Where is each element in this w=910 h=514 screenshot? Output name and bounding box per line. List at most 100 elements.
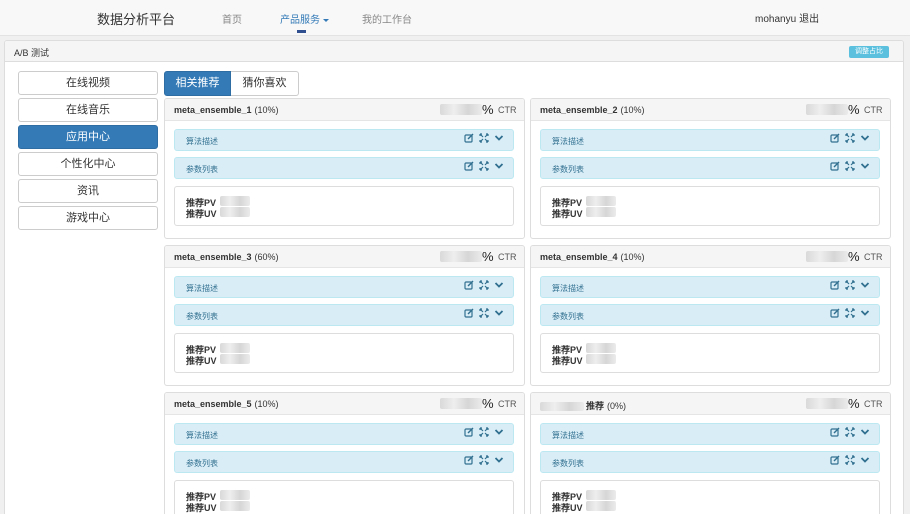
nav-products[interactable]: 产品服务 <box>280 11 329 26</box>
edit-icon[interactable] <box>464 308 474 318</box>
brand-title[interactable]: 数据分析平台 <box>97 9 175 28</box>
parameter-list-accordion[interactable]: 参数列表 <box>174 451 514 473</box>
experiment-name-text: meta_ensemble_4 <box>540 252 618 262</box>
tab-related-recommend[interactable]: 相关推荐 <box>164 71 231 96</box>
chevron-down-icon[interactable] <box>860 308 870 318</box>
accordion-label: 算法描述 <box>186 284 218 293</box>
adjust-ratio-button[interactable]: 调整占比 <box>849 46 889 58</box>
chevron-down-icon[interactable] <box>494 280 504 290</box>
chevron-down-icon[interactable] <box>494 133 504 143</box>
pv-value-redacted <box>220 490 250 500</box>
chevron-down-icon[interactable] <box>860 427 870 437</box>
ctr-label: CTR <box>864 105 883 115</box>
expand-icon[interactable] <box>479 427 489 437</box>
expand-icon[interactable] <box>479 455 489 465</box>
traffic-percent: (10%) <box>620 105 645 115</box>
sidebar-item-news[interactable]: 资讯 <box>18 179 158 203</box>
tab-guess-you-like[interactable]: 猜你喜欢 <box>231 71 299 96</box>
username[interactable]: mohanyu <box>755 14 796 25</box>
ctr-percent-sign: % <box>482 249 494 264</box>
expand-icon[interactable] <box>845 427 855 437</box>
accordion-icons <box>464 161 504 171</box>
chevron-down-icon[interactable] <box>860 161 870 171</box>
card-header: meta_ensemble_3 (60%) % CTR <box>165 246 524 268</box>
uv-label: 推荐UV <box>186 356 217 366</box>
sidebar-item-video[interactable]: 在线视频 <box>18 71 158 95</box>
experiment-card: meta_ensemble_4 (10%) % CTR 算法描述 参数列表 推荐P… <box>530 245 891 386</box>
experiment-name: meta_ensemble_1 (10%) <box>174 105 279 115</box>
uv-label: 推荐UV <box>552 503 583 513</box>
edit-icon[interactable] <box>464 133 474 143</box>
card-header: meta_ensemble_4 (10%) % CTR <box>531 246 890 268</box>
chevron-down-icon[interactable] <box>494 455 504 465</box>
edit-icon[interactable] <box>464 427 474 437</box>
ctr-percent-sign: % <box>848 396 860 411</box>
edit-icon[interactable] <box>464 161 474 171</box>
algorithm-description-accordion[interactable]: 算法描述 <box>174 129 514 151</box>
nav-home[interactable]: 首页 <box>222 11 242 26</box>
parameter-list-accordion[interactable]: 参数列表 <box>174 304 514 326</box>
edit-icon[interactable] <box>830 280 840 290</box>
uv-value-redacted <box>586 207 616 217</box>
nav-active-indicator <box>297 30 306 33</box>
expand-icon[interactable] <box>479 133 489 143</box>
experiment-name-text: meta_ensemble_5 <box>174 399 252 409</box>
edit-icon[interactable] <box>464 280 474 290</box>
parameter-list-accordion[interactable]: 参数列表 <box>174 157 514 179</box>
chevron-down-icon[interactable] <box>860 280 870 290</box>
expand-icon[interactable] <box>845 161 855 171</box>
experiment-name: 推荐 (0%) <box>540 399 626 412</box>
uv-label: 推荐UV <box>552 356 583 366</box>
parameter-list-accordion[interactable]: 参数列表 <box>540 451 880 473</box>
chevron-down-icon[interactable] <box>494 308 504 318</box>
chevron-down-icon[interactable] <box>494 427 504 437</box>
expand-icon[interactable] <box>479 308 489 318</box>
caret-down-icon <box>323 18 329 22</box>
traffic-percent: (0%) <box>607 401 627 411</box>
sidebar-item-personalization[interactable]: 个性化中心 <box>18 152 158 176</box>
accordion-label: 算法描述 <box>552 137 584 146</box>
panel-heading: A/B 测试 调整占比 <box>5 41 903 62</box>
accordion-label: 算法描述 <box>552 431 584 440</box>
pv-value-redacted <box>586 196 616 206</box>
edit-icon[interactable] <box>830 161 840 171</box>
ctr-label: CTR <box>498 252 517 262</box>
algorithm-description-accordion[interactable]: 算法描述 <box>174 423 514 445</box>
chevron-down-icon[interactable] <box>860 455 870 465</box>
expand-icon[interactable] <box>845 133 855 143</box>
logout-link[interactable]: 退出 <box>799 14 819 25</box>
sidebar-item-app-center[interactable]: 应用中心 <box>18 125 158 149</box>
algorithm-description-accordion[interactable]: 算法描述 <box>540 276 880 298</box>
nav-products-label: 产品服务 <box>280 15 320 26</box>
algorithm-description-accordion[interactable]: 算法描述 <box>540 423 880 445</box>
expand-icon[interactable] <box>845 280 855 290</box>
edit-icon[interactable] <box>830 455 840 465</box>
edit-icon[interactable] <box>830 308 840 318</box>
chevron-down-icon[interactable] <box>860 133 870 143</box>
expand-icon[interactable] <box>845 308 855 318</box>
top-navbar: 数据分析平台 首页 产品服务 我的工作台 mohanyu 退出 <box>0 0 910 36</box>
algorithm-description-accordion[interactable]: 算法描述 <box>174 276 514 298</box>
ctr-value-redacted <box>440 398 482 409</box>
parameter-list-accordion[interactable]: 参数列表 <box>540 304 880 326</box>
accordion-icons <box>464 133 504 143</box>
edit-icon[interactable] <box>830 133 840 143</box>
sidebar-item-music[interactable]: 在线音乐 <box>18 98 158 122</box>
algorithm-description-accordion[interactable]: 算法描述 <box>540 129 880 151</box>
expand-icon[interactable] <box>479 161 489 171</box>
sidebar-item-games[interactable]: 游戏中心 <box>18 206 158 230</box>
expand-icon[interactable] <box>479 280 489 290</box>
traffic-percent: (10%) <box>620 252 645 262</box>
pv-value-redacted <box>586 343 616 353</box>
accordion-icons <box>830 427 870 437</box>
edit-icon[interactable] <box>830 427 840 437</box>
edit-icon[interactable] <box>464 455 474 465</box>
stats-box: 推荐PV 推荐UV <box>540 333 880 373</box>
nav-workspace[interactable]: 我的工作台 <box>362 11 412 26</box>
expand-icon[interactable] <box>845 455 855 465</box>
uv-value-redacted <box>586 354 616 364</box>
ctr-value-redacted <box>806 251 848 262</box>
parameter-list-accordion[interactable]: 参数列表 <box>540 157 880 179</box>
stats-box: 推荐PV 推荐UV <box>174 186 514 226</box>
chevron-down-icon[interactable] <box>494 161 504 171</box>
